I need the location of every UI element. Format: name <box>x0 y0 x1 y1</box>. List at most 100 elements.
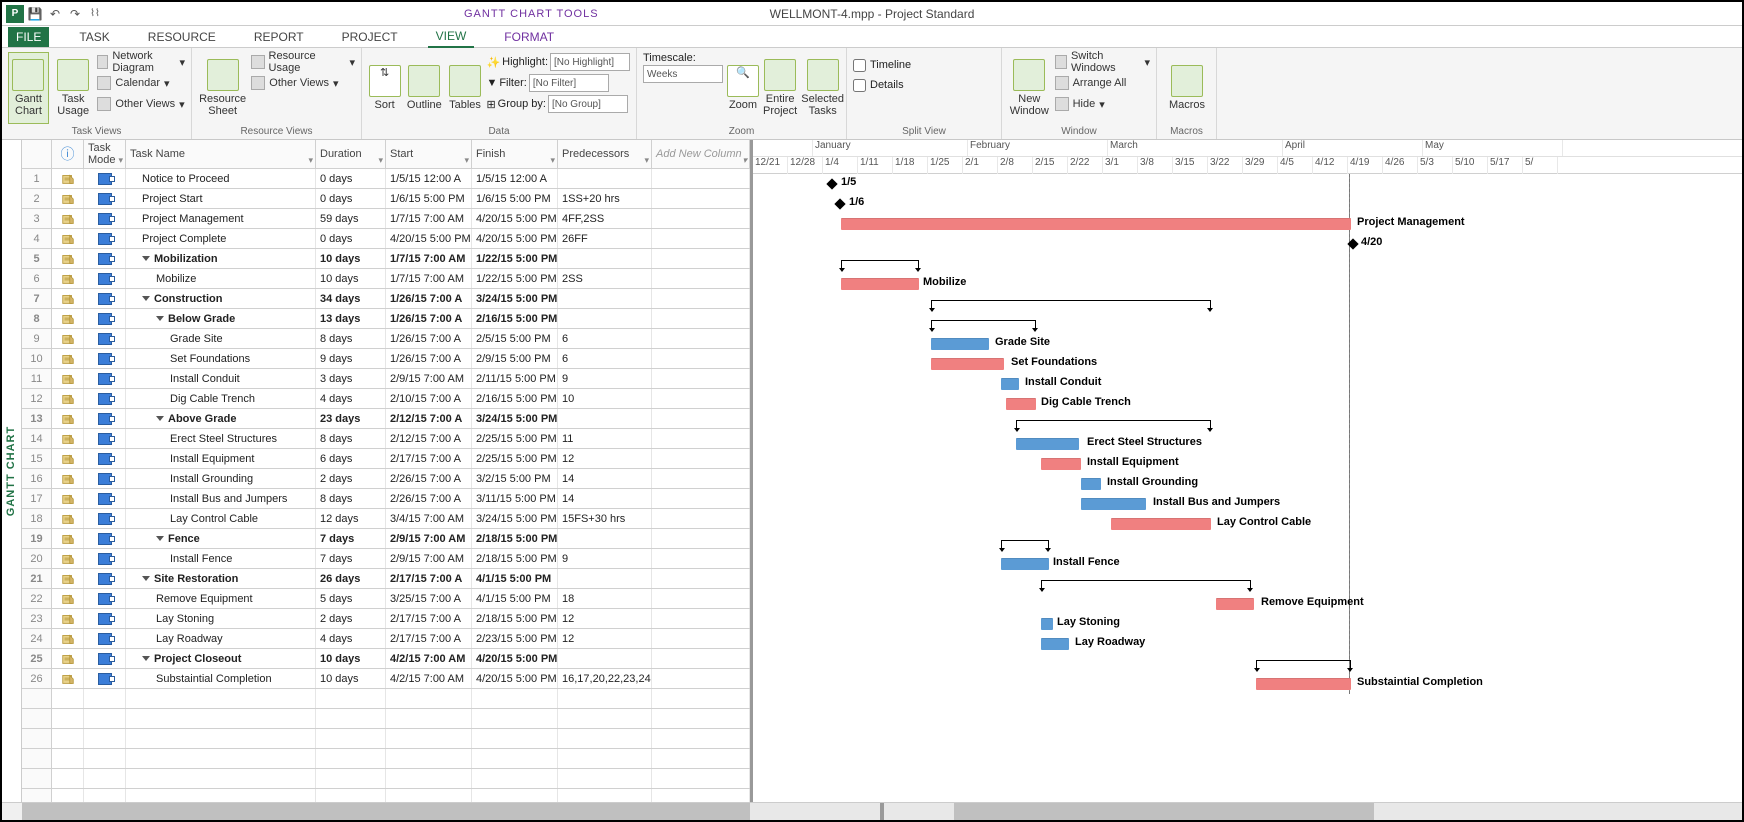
finish-cell[interactable]: 4/20/15 5:00 PM <box>472 669 558 688</box>
empty-cell[interactable] <box>652 529 750 548</box>
summary-bracket[interactable] <box>1001 540 1049 548</box>
gantt-row[interactable]: Project Management <box>753 214 1742 234</box>
table-row[interactable]: 3Project Management59 days1/7/15 7:00 AM… <box>22 209 750 229</box>
finish-cell[interactable]: 4/20/15 5:00 PM <box>472 229 558 248</box>
hide-button[interactable]: Hide ▾ <box>1055 94 1150 114</box>
duration-cell[interactable]: 10 days <box>316 669 386 688</box>
tab-view[interactable]: VIEW <box>428 26 475 48</box>
row-number[interactable]: 6 <box>22 269 52 288</box>
task-mode-cell[interactable] <box>84 509 126 528</box>
gantt-row[interactable] <box>753 414 1742 434</box>
row-number[interactable]: 5 <box>22 249 52 268</box>
task-mode-cell[interactable] <box>84 369 126 388</box>
predecessors-cell[interactable]: 9 <box>558 549 652 568</box>
task-mode-cell[interactable] <box>84 629 126 648</box>
duration-cell[interactable]: 3 days <box>316 369 386 388</box>
indicator-cell[interactable] <box>52 229 84 248</box>
table-row[interactable]: 7Construction34 days1/26/15 7:00 A3/24/1… <box>22 289 750 309</box>
indicator-cell[interactable] <box>52 669 84 688</box>
row-number[interactable]: 25 <box>22 649 52 668</box>
gantt-row[interactable]: Substaintial Completion <box>753 674 1742 694</box>
gantt-row[interactable]: Lay Roadway <box>753 634 1742 654</box>
other-views2-button[interactable]: Other Views ▾ <box>251 73 355 93</box>
task-mode-cell[interactable] <box>84 649 126 668</box>
task-name-cell[interactable]: Erect Steel Structures <box>126 429 316 448</box>
task-name-cell[interactable]: Project Complete <box>126 229 316 248</box>
table-row[interactable]: 12Dig Cable Trench4 days2/10/15 7:00 A2/… <box>22 389 750 409</box>
empty-cell[interactable] <box>652 629 750 648</box>
task-bar[interactable] <box>1041 458 1081 470</box>
row-number[interactable]: 23 <box>22 609 52 628</box>
predecessors-cell[interactable]: 12 <box>558 609 652 628</box>
row-number[interactable]: 20 <box>22 549 52 568</box>
start-cell[interactable]: 3/25/15 7:00 A <box>386 589 472 608</box>
predecessors-cell[interactable]: 12 <box>558 629 652 648</box>
row-number[interactable]: 2 <box>22 189 52 208</box>
predecessors-cell[interactable] <box>558 309 652 328</box>
empty-cell[interactable] <box>652 189 750 208</box>
predecessors-cell[interactable]: 14 <box>558 469 652 488</box>
horizontal-scrollbar[interactable] <box>2 802 1742 820</box>
task-mode-cell[interactable] <box>84 669 126 688</box>
col-add-new[interactable]: Add New Column▾ <box>652 140 750 168</box>
summary-bracket[interactable] <box>1256 660 1351 668</box>
empty-cell[interactable] <box>652 569 750 588</box>
indicator-cell[interactable] <box>52 429 84 448</box>
task-mode-cell[interactable] <box>84 249 126 268</box>
resource-usage-button[interactable]: Resource Usage ▾ <box>251 52 355 72</box>
task-name-cell[interactable]: Below Grade <box>126 309 316 328</box>
table-row[interactable]: 6Mobilize10 days1/7/15 7:00 AM1/22/15 5:… <box>22 269 750 289</box>
col-start[interactable]: Start▾ <box>386 140 472 168</box>
task-mode-cell[interactable] <box>84 389 126 408</box>
task-name-cell[interactable]: Above Grade <box>126 409 316 428</box>
predecessors-cell[interactable] <box>558 169 652 188</box>
finish-cell[interactable]: 4/1/15 5:00 PM <box>472 589 558 608</box>
row-number[interactable]: 17 <box>22 489 52 508</box>
duration-cell[interactable]: 5 days <box>316 589 386 608</box>
task-bar[interactable] <box>931 358 1004 370</box>
chart-body[interactable]: 1/51/6Project Management4/20MobilizeGrad… <box>753 174 1742 694</box>
task-bar[interactable] <box>1081 478 1101 490</box>
task-bar[interactable] <box>1041 618 1053 630</box>
row-number[interactable]: 13 <box>22 409 52 428</box>
task-mode-cell[interactable] <box>84 329 126 348</box>
task-mode-cell[interactable] <box>84 209 126 228</box>
start-cell[interactable]: 1/26/15 7:00 A <box>386 309 472 328</box>
empty-cell[interactable] <box>652 449 750 468</box>
indicator-cell[interactable] <box>52 209 84 228</box>
sort-button[interactable]: ⇅Sort <box>368 52 401 124</box>
task-bar[interactable] <box>1111 518 1211 530</box>
task-bar[interactable] <box>1001 378 1019 390</box>
table-row[interactable]: 9Grade Site8 days1/26/15 7:00 A2/5/15 5:… <box>22 329 750 349</box>
task-mode-cell[interactable] <box>84 309 126 328</box>
table-row[interactable]: 25Project Closeout10 days4/2/15 7:00 AM4… <box>22 649 750 669</box>
summary-bracket[interactable] <box>1016 420 1211 428</box>
task-mode-cell[interactable] <box>84 349 126 368</box>
gantt-row[interactable]: 1/5 <box>753 174 1742 194</box>
task-mode-cell[interactable] <box>84 189 126 208</box>
empty-cell[interactable] <box>652 609 750 628</box>
row-number[interactable]: 4 <box>22 229 52 248</box>
summary-bracket[interactable] <box>931 300 1211 308</box>
indicator-cell[interactable] <box>52 529 84 548</box>
row-number[interactable]: 9 <box>22 329 52 348</box>
duration-cell[interactable]: 0 days <box>316 189 386 208</box>
empty-cell[interactable] <box>652 429 750 448</box>
start-cell[interactable]: 2/12/15 7:00 A <box>386 429 472 448</box>
empty-cell[interactable] <box>652 289 750 308</box>
task-name-cell[interactable]: Install Equipment <box>126 449 316 468</box>
finish-cell[interactable]: 3/11/15 5:00 PM <box>472 489 558 508</box>
timescale-dropdown[interactable] <box>643 65 723 83</box>
tables-button[interactable]: Tables <box>448 52 483 124</box>
gantt-row[interactable]: Mobilize <box>753 274 1742 294</box>
row-number[interactable]: 8 <box>22 309 52 328</box>
start-cell[interactable]: 1/6/15 5:00 PM <box>386 189 472 208</box>
predecessors-cell[interactable]: 26FF <box>558 229 652 248</box>
start-cell[interactable]: 4/20/15 5:00 PM <box>386 229 472 248</box>
table-row[interactable] <box>22 769 750 789</box>
table-row[interactable]: 15Install Equipment6 days2/17/15 7:00 A2… <box>22 449 750 469</box>
table-row[interactable]: 1Notice to Proceed0 days1/5/15 12:00 A1/… <box>22 169 750 189</box>
gantt-row[interactable] <box>753 294 1742 314</box>
task-mode-cell[interactable] <box>84 229 126 248</box>
task-mode-cell[interactable] <box>84 409 126 428</box>
